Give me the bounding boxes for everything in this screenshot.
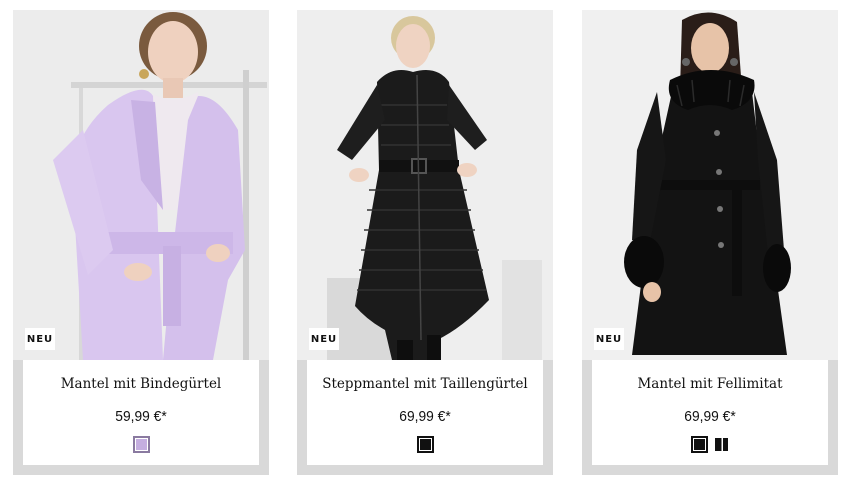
product-image-3[interactable] bbox=[582, 10, 838, 360]
color-swatches bbox=[307, 436, 543, 454]
product-card-3[interactable]: NEU Mantel mit Fellimitat 69,99 €* bbox=[582, 10, 838, 475]
product-info-1[interactable]: Mantel mit Bindegürtel 59,99 €* bbox=[23, 360, 259, 465]
color-swatch-black[interactable] bbox=[416, 436, 434, 453]
color-swatches bbox=[23, 436, 259, 454]
product-name[interactable]: Mantel mit Fellimitat bbox=[592, 376, 828, 392]
product-price: 59,99 €* bbox=[115, 408, 167, 425]
color-swatch-lilac[interactable] bbox=[132, 436, 150, 453]
product-image-2[interactable] bbox=[297, 10, 553, 360]
product-image-1[interactable] bbox=[13, 10, 269, 360]
product-name[interactable]: Mantel mit Bindegürtel bbox=[23, 376, 259, 392]
product-price: 69,99 €* bbox=[399, 408, 451, 425]
product-card-1[interactable]: NEU Mantel mit Bindegürtel 59,99 €* bbox=[13, 10, 269, 475]
product-price: 69,99 €* bbox=[684, 408, 736, 425]
new-badge: NEU bbox=[594, 328, 624, 350]
product-info-2[interactable]: Steppmantel mit Taillengürtel 69,99 €* bbox=[307, 360, 543, 465]
new-badge: NEU bbox=[309, 328, 339, 350]
product-card-2[interactable]: NEU Steppmantel mit Taillengürtel 69,99 … bbox=[297, 10, 553, 475]
product-name[interactable]: Steppmantel mit Taillengürtel bbox=[307, 376, 543, 392]
color-swatch-black-white[interactable] bbox=[712, 436, 730, 453]
new-badge: NEU bbox=[25, 328, 55, 350]
product-info-3[interactable]: Mantel mit Fellimitat 69,99 €* bbox=[592, 360, 828, 465]
color-swatch-black[interactable] bbox=[690, 436, 708, 453]
color-swatches bbox=[592, 436, 828, 454]
